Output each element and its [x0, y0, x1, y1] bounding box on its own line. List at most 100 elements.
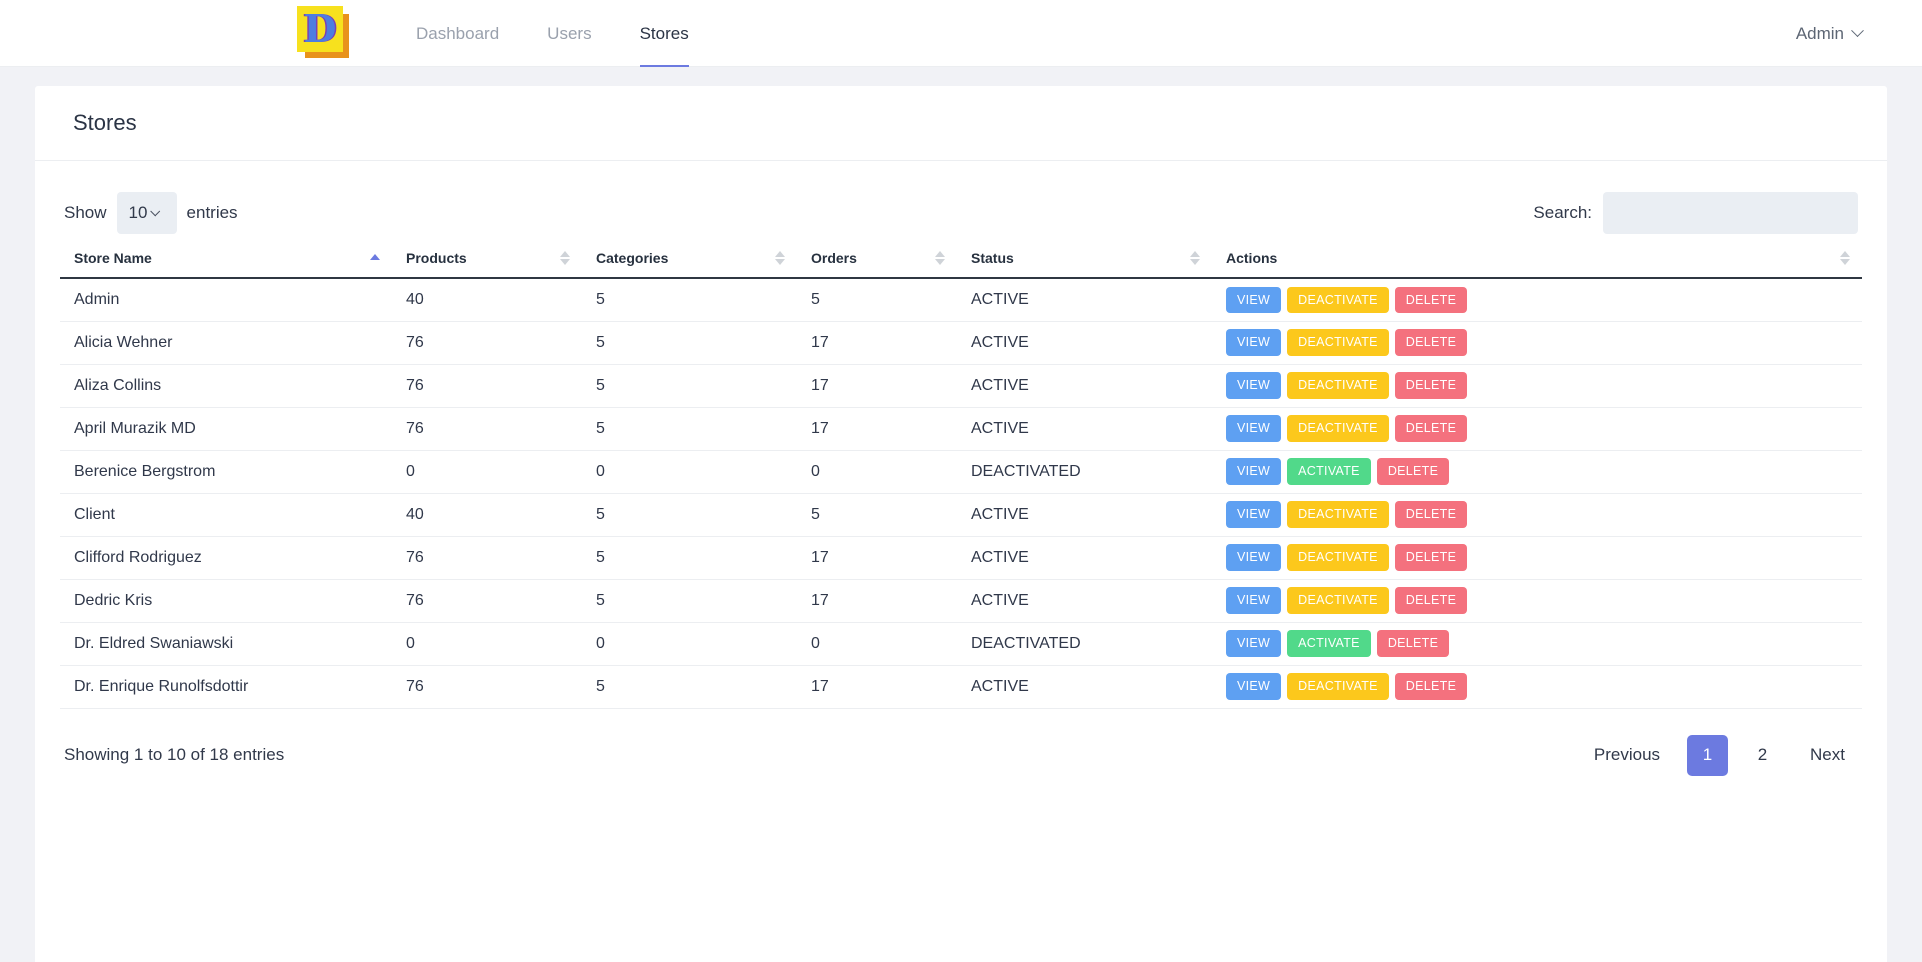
pagination-previous[interactable]: Previous [1581, 735, 1673, 776]
cell-status: ACTIVE [957, 407, 1212, 451]
nav-link-dashboard[interactable]: Dashboard [392, 0, 523, 67]
table-row: Admin 40 5 5 ACTIVE VIEW DEACTIVATE DELETE [60, 278, 1862, 322]
table-head: Store Name Products Categories Orders St… [60, 239, 1862, 279]
pagination-page-2[interactable]: 2 [1742, 735, 1783, 776]
nav-link-users[interactable]: Users [523, 0, 615, 67]
table-row: Dr. Enrique Runolfsdottir 76 5 17 ACTIVE VIEW… [60, 665, 1862, 709]
table-body: Admin 40 5 5 ACTIVE VIEW DEACTIVATE DELETE Alici… [60, 278, 1862, 709]
view-button[interactable]: VIEW [1226, 329, 1282, 356]
cell-store-name: Aliza Collins [60, 364, 392, 408]
cell-actions: VIEW DEACTIVATE DELETE [1212, 364, 1862, 408]
search-label: Search: [1533, 203, 1592, 222]
delete-button[interactable]: DELETE [1394, 587, 1468, 614]
chevron-down-icon [150, 205, 161, 216]
deactivate-button[interactable]: DEACTIVATE [1287, 544, 1389, 571]
page-length-value: 10 [128, 203, 148, 222]
table-header-row: Store Name Products Categories Orders St… [60, 239, 1862, 279]
show-label: Show [64, 203, 107, 222]
primary-nav: Dashboard Users Stores [392, 0, 713, 67]
pagination-page-1[interactable]: 1 [1687, 734, 1729, 776]
cell-actions: VIEW DEACTIVATE DELETE [1212, 407, 1862, 451]
cell-categories: 5 [582, 493, 797, 537]
cell-store-name: Berenice Bergstrom [60, 450, 392, 494]
cell-store-name: Dedric Kris [60, 579, 392, 623]
search-input[interactable] [1603, 192, 1858, 234]
delete-button[interactable]: DELETE [1394, 673, 1468, 700]
view-button[interactable]: VIEW [1226, 587, 1282, 614]
showing-entries-info: Showing 1 to 10 of 18 entries [64, 745, 285, 764]
deactivate-button[interactable]: DEACTIVATE [1287, 329, 1389, 356]
cell-orders: 5 [797, 493, 957, 537]
column-header-products[interactable]: Products [392, 239, 582, 279]
page-length-select[interactable]: 10 [116, 192, 177, 234]
cell-products: 76 [392, 536, 582, 580]
cell-products: 76 [392, 364, 582, 408]
cell-products: 40 [392, 278, 582, 322]
cell-products: 0 [392, 450, 582, 494]
view-button[interactable]: VIEW [1226, 286, 1282, 313]
cell-status: ACTIVE [957, 278, 1212, 322]
column-header-orders[interactable]: Orders [797, 239, 957, 279]
deactivate-button[interactable]: DEACTIVATE [1287, 286, 1389, 313]
activate-button[interactable]: ACTIVATE [1287, 630, 1371, 657]
cell-orders: 0 [797, 622, 957, 666]
view-button[interactable]: VIEW [1226, 673, 1282, 700]
deactivate-button[interactable]: DEACTIVATE [1287, 372, 1389, 399]
search-control: Search: [1533, 192, 1858, 234]
cell-products: 76 [392, 579, 582, 623]
deactivate-button[interactable]: DEACTIVATE [1287, 415, 1389, 442]
cell-status: ACTIVE [957, 579, 1212, 623]
cell-orders: 17 [797, 321, 957, 365]
cell-actions: VIEW ACTIVATE DELETE [1212, 622, 1862, 666]
top-navbar: D Dashboard Users Stores Admin [0, 0, 1922, 67]
delete-button[interactable]: DELETE [1394, 286, 1468, 313]
cell-orders: 5 [797, 278, 957, 322]
delete-button[interactable]: DELETE [1394, 372, 1468, 399]
column-header-categories[interactable]: Categories [582, 239, 797, 279]
column-label: Products [406, 250, 467, 266]
delete-button[interactable]: DELETE [1394, 544, 1468, 571]
activate-button[interactable]: ACTIVATE [1287, 458, 1371, 485]
delete-button[interactable]: DELETE [1376, 630, 1450, 657]
card-body: Show 10 entries Search: Store Name Produ… [35, 161, 1887, 776]
column-header-actions[interactable]: Actions [1212, 239, 1862, 279]
column-label: Categories [596, 250, 669, 266]
cell-store-name: April Murazik MD [60, 407, 392, 451]
cell-categories: 0 [582, 450, 797, 494]
deactivate-button[interactable]: DEACTIVATE [1287, 587, 1389, 614]
cell-store-name: Dr. Eldred Swaniawski [60, 622, 392, 666]
deactivate-button[interactable]: DEACTIVATE [1287, 501, 1389, 528]
nav-link-stores[interactable]: Stores [616, 0, 713, 67]
sort-ascending-icon [370, 250, 380, 266]
logo-letter-d: D [303, 6, 337, 51]
cell-actions: VIEW DEACTIVATE DELETE [1212, 579, 1862, 623]
delete-button[interactable]: DELETE [1376, 458, 1450, 485]
cell-status: ACTIVE [957, 364, 1212, 408]
view-button[interactable]: VIEW [1226, 458, 1282, 485]
cell-status: DEACTIVATED [957, 622, 1212, 666]
user-menu[interactable]: Admin [1796, 0, 1864, 67]
view-button[interactable]: VIEW [1226, 544, 1282, 571]
delete-button[interactable]: DELETE [1394, 329, 1468, 356]
table-row: Aliza Collins 76 5 17 ACTIVE VIEW DEACTIVATE DE… [60, 364, 1862, 408]
view-button[interactable]: VIEW [1226, 372, 1282, 399]
view-button[interactable]: VIEW [1226, 415, 1282, 442]
delete-button[interactable]: DELETE [1394, 501, 1468, 528]
column-header-store-name[interactable]: Store Name [60, 239, 392, 279]
cell-products: 40 [392, 493, 582, 537]
delete-button[interactable]: DELETE [1394, 415, 1468, 442]
view-button[interactable]: VIEW [1226, 630, 1282, 657]
pagination-next[interactable]: Next [1797, 735, 1858, 776]
cell-store-name: Admin [60, 278, 392, 322]
cell-orders: 17 [797, 407, 957, 451]
cell-orders: 17 [797, 364, 957, 408]
table-row: Clifford Rodriguez 76 5 17 ACTIVE VIEW DEACTIV… [60, 536, 1862, 580]
view-button[interactable]: VIEW [1226, 501, 1282, 528]
cell-categories: 5 [582, 278, 797, 322]
brand-logo[interactable]: D [297, 6, 351, 60]
cell-actions: VIEW DEACTIVATE DELETE [1212, 536, 1862, 580]
column-label: Status [971, 250, 1014, 266]
column-header-status[interactable]: Status [957, 239, 1212, 279]
sort-toggle-icon [1190, 250, 1200, 266]
deactivate-button[interactable]: DEACTIVATE [1287, 673, 1389, 700]
